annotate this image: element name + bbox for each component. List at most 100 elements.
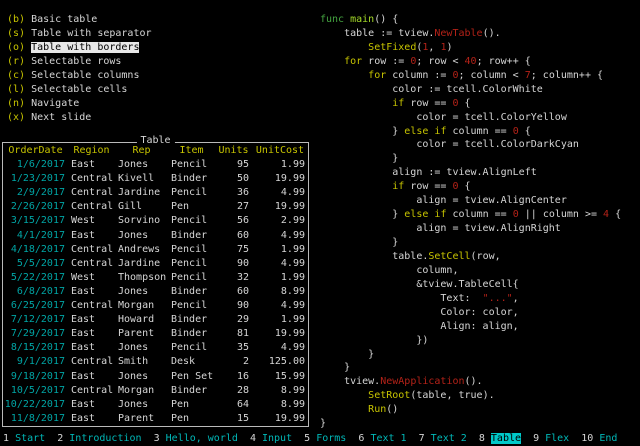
- statusbar-slide-item[interactable]: 6 Text 1: [358, 433, 406, 444]
- menu-item[interactable]: (l) Selectable cells: [7, 83, 152, 97]
- table-cell: 1/23/2017: [3, 172, 68, 186]
- table-row: 5/5/2017CentralJardinePencil904.99: [3, 257, 308, 271]
- table-cell: Morgan: [115, 384, 168, 398]
- table-cell: East: [68, 370, 115, 384]
- statusbar-slide-item[interactable]: 1 Start: [3, 433, 45, 444]
- table-cell: 16: [215, 370, 252, 384]
- code-token: func: [320, 14, 344, 25]
- code-token: align = tview.AlignRight: [320, 223, 561, 234]
- table-cell: Desk: [168, 355, 215, 369]
- menu-item-label: Next slide: [31, 112, 91, 123]
- code-token: ().: [483, 28, 501, 39]
- code-token: ,: [428, 42, 440, 53]
- code-token: SetFixed: [368, 42, 416, 53]
- table-cell: West: [68, 271, 115, 285]
- table-cell: 4/18/2017: [3, 243, 68, 257]
- table-cell: 5/22/2017: [3, 271, 68, 285]
- menu-item-key: (b): [7, 14, 25, 25]
- table-cell: Pencil: [168, 341, 215, 355]
- table-cell: Pencil: [168, 271, 215, 285]
- code-token: (table, true).: [410, 390, 494, 401]
- table-cell: 56: [215, 214, 252, 228]
- statusbar-slide-item[interactable]: 2 Introduction: [57, 433, 141, 444]
- table-cell: Binder: [168, 172, 215, 186]
- table-cell: Gill: [115, 200, 168, 214]
- table-column-header: Rep: [115, 144, 168, 158]
- table-cell: 8.99: [252, 398, 308, 412]
- code-token: SetRoot: [368, 390, 410, 401]
- table-row: 7/29/2017EastParentBinder8119.99: [3, 327, 308, 341]
- statusbar-slide-item[interactable]: 9 Flex: [533, 433, 569, 444]
- menu-item[interactable]: (n) Navigate: [7, 97, 152, 111]
- table-cell: 75: [215, 243, 252, 257]
- table-cell: Sorvino: [115, 214, 168, 228]
- menu-item-label: Basic table: [31, 14, 97, 25]
- table-cell: 4.99: [252, 257, 308, 271]
- statusbar-slide-label: Table: [491, 433, 521, 444]
- menu-item[interactable]: (c) Selectable columns: [7, 69, 152, 83]
- table-cell: 2: [215, 355, 252, 369]
- statusbar-slide-item[interactable]: 3 Hello, world: [154, 433, 238, 444]
- statusbar-slide-item[interactable]: 4 Input: [250, 433, 292, 444]
- table-cell: Central: [68, 384, 115, 398]
- table-cell: 15.99: [252, 370, 308, 384]
- table-cell: East: [68, 341, 115, 355]
- menu-item-key: (r): [7, 56, 25, 67]
- table-row: 9/18/2017EastJonesPen Set1615.99: [3, 370, 308, 384]
- code-token: for: [368, 70, 386, 81]
- menu-item-key: (s): [7, 28, 25, 39]
- code-token: {: [609, 209, 621, 220]
- menu-item[interactable]: (b) Basic table: [7, 13, 152, 27]
- table-cell: 125.00: [252, 355, 308, 369]
- code-token: }: [320, 418, 326, 429]
- menu-item[interactable]: (r) Selectable rows: [7, 55, 152, 69]
- code-token: {: [459, 98, 471, 109]
- code-token: ; row <: [416, 56, 464, 67]
- code-token: Align: align,: [320, 321, 519, 332]
- table-cell: Jones: [115, 285, 168, 299]
- table-cell: 95: [215, 158, 252, 172]
- menu-item[interactable]: (x) Next slide: [7, 111, 152, 125]
- menu-item[interactable]: (o) Table with borders: [7, 41, 152, 55]
- statusbar-slide-number: 2: [57, 433, 63, 444]
- table-row: 9/1/2017CentralSmithDesk2125.00: [3, 355, 308, 369]
- table-column-header: OrderDate: [3, 144, 68, 158]
- statusbar-slide-number: 7: [419, 433, 425, 444]
- statusbar-slide-item[interactable]: 10 End: [581, 433, 617, 444]
- table-cell: 15: [215, 412, 252, 426]
- table-cell: 1.99: [252, 313, 308, 327]
- code-token: [320, 70, 368, 81]
- code-token: "...": [483, 293, 513, 304]
- statusbar-slide-item[interactable]: 7 Text 2: [419, 433, 467, 444]
- table-cell: Kivell: [115, 172, 168, 186]
- menu-item-label: Table with separator: [31, 28, 151, 39]
- table-cell: Jones: [115, 370, 168, 384]
- statusbar-slide-item[interactable]: 8 Table: [479, 433, 521, 444]
- table-row: 3/15/2017WestSorvinoPencil562.99: [3, 214, 308, 228]
- table-cell: 9/18/2017: [3, 370, 68, 384]
- menu-item[interactable]: (s) Table with separator: [7, 27, 152, 41]
- terminal-screen: (b) Basic table(s) Table with separator(…: [0, 0, 640, 446]
- code-token: }: [320, 237, 398, 248]
- table-cell: Parent: [115, 327, 168, 341]
- table-cell: 1.99: [252, 243, 308, 257]
- table-cell: East: [68, 327, 115, 341]
- code-token: }: [320, 126, 404, 137]
- table-cell: 8/15/2017: [3, 341, 68, 355]
- table-row: 1/23/2017CentralKivellBinder5019.99: [3, 172, 308, 186]
- table-cell: Smith: [115, 355, 168, 369]
- table-title: Table: [136, 135, 174, 146]
- code-token: }): [320, 335, 428, 346]
- code-token: for: [344, 56, 362, 67]
- code-token: if: [392, 181, 404, 192]
- code-token: else: [404, 209, 428, 220]
- table-cell: 19.99: [252, 172, 308, 186]
- table-cell: 32: [215, 271, 252, 285]
- code-token: {: [459, 181, 471, 192]
- table-column-header: Item: [168, 144, 215, 158]
- table-cell: East: [68, 412, 115, 426]
- table-row: 4/1/2017EastJonesBinder604.99: [3, 229, 308, 243]
- statusbar-slide-label: Start: [15, 433, 45, 444]
- table-cell: 5/5/2017: [3, 257, 68, 271]
- statusbar-slide-item[interactable]: 5 Forms: [304, 433, 346, 444]
